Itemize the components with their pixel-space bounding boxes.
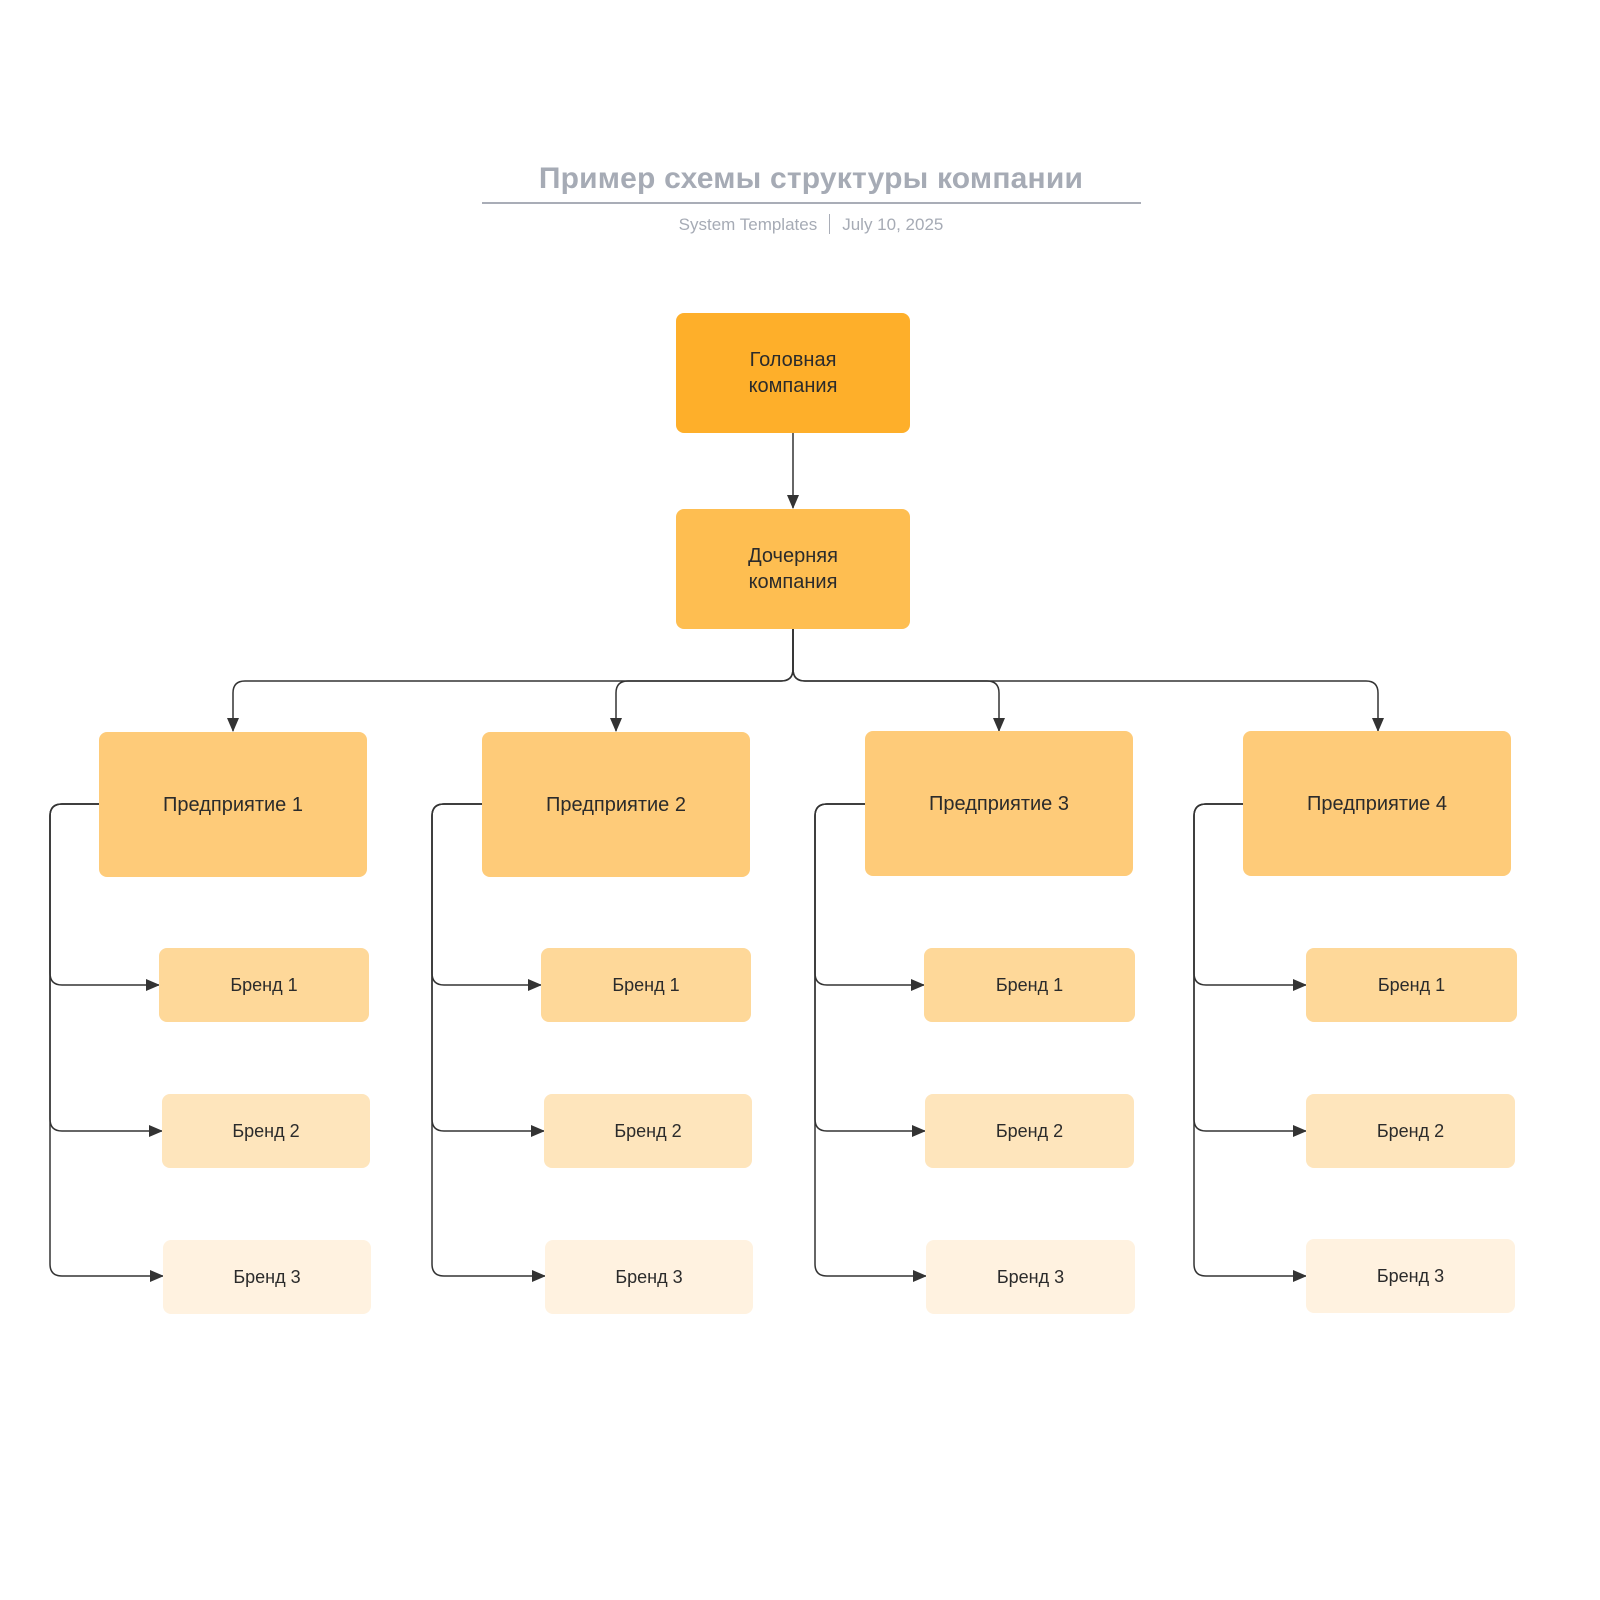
node-label: Дочерняя компания [748,545,838,593]
node-label: Бренд 1 [995,975,1064,995]
node-label: Головная компания [748,349,838,397]
node-subsidiary[interactable]: Дочерняя компания [676,509,910,629]
node-ent3-brand-3[interactable]: Бренд 3 [926,1240,1135,1314]
connector-subsidiary-to-enterprise-2 [610,629,794,732]
node-label: Бренд 2 [232,1121,300,1141]
node-label: Бренд 1 [612,975,680,995]
connector-subsidiary-to-enterprise-4 [792,629,1384,732]
node-ent2-brand-1[interactable]: Бренд 1 [541,948,751,1022]
node-ent1-brand-2[interactable]: Бренд 2 [162,1094,370,1168]
node-label: Бренд 3 [996,1267,1065,1287]
node-label: Бренд 2 [995,1121,1064,1141]
connector-subsidiary-to-enterprise-1 [227,629,794,732]
node-label: Бренд 2 [1376,1121,1445,1141]
node-ent3-brand-2[interactable]: Бренд 2 [925,1094,1134,1168]
node-label: Бренд 3 [233,1267,301,1287]
node-label: Бренд 2 [614,1121,682,1141]
node-head-company[interactable]: Головная компания [676,313,910,433]
node-enterprise-2[interactable]: Предприятие 2 [482,732,750,877]
connector-subsidiary-to-enterprise-3 [792,629,1005,732]
node-label: Предприятие 4 [1307,792,1447,815]
node-ent3-brand-1[interactable]: Бренд 1 [924,948,1135,1022]
node-ent1-brand-3[interactable]: Бренд 3 [163,1240,371,1314]
node-ent4-brand-2[interactable]: Бренд 2 [1306,1094,1515,1168]
node-ent4-brand-1[interactable]: Бренд 1 [1306,948,1517,1022]
node-ent2-brand-3[interactable]: Бренд 3 [545,1240,753,1314]
node-enterprise-1[interactable]: Предприятие 1 [99,732,367,877]
node-ent2-brand-2[interactable]: Бренд 2 [544,1094,752,1168]
node-label: Бренд 3 [615,1267,683,1287]
node-label: Бренд 1 [230,975,298,995]
node-enterprise-3[interactable]: Предприятие 3 [865,731,1133,876]
node-ent4-brand-3[interactable]: Бренд 3 [1306,1239,1515,1313]
node-enterprise-4[interactable]: Предприятие 4 [1243,731,1511,876]
node-ent1-brand-1[interactable]: Бренд 1 [159,948,369,1022]
node-label: Предприятие 3 [929,792,1069,815]
node-label: Предприятие 2 [546,793,686,816]
node-label: Предприятие 1 [163,793,303,816]
node-label: Бренд 3 [1376,1266,1445,1286]
node-label: Бренд 1 [1377,975,1446,995]
